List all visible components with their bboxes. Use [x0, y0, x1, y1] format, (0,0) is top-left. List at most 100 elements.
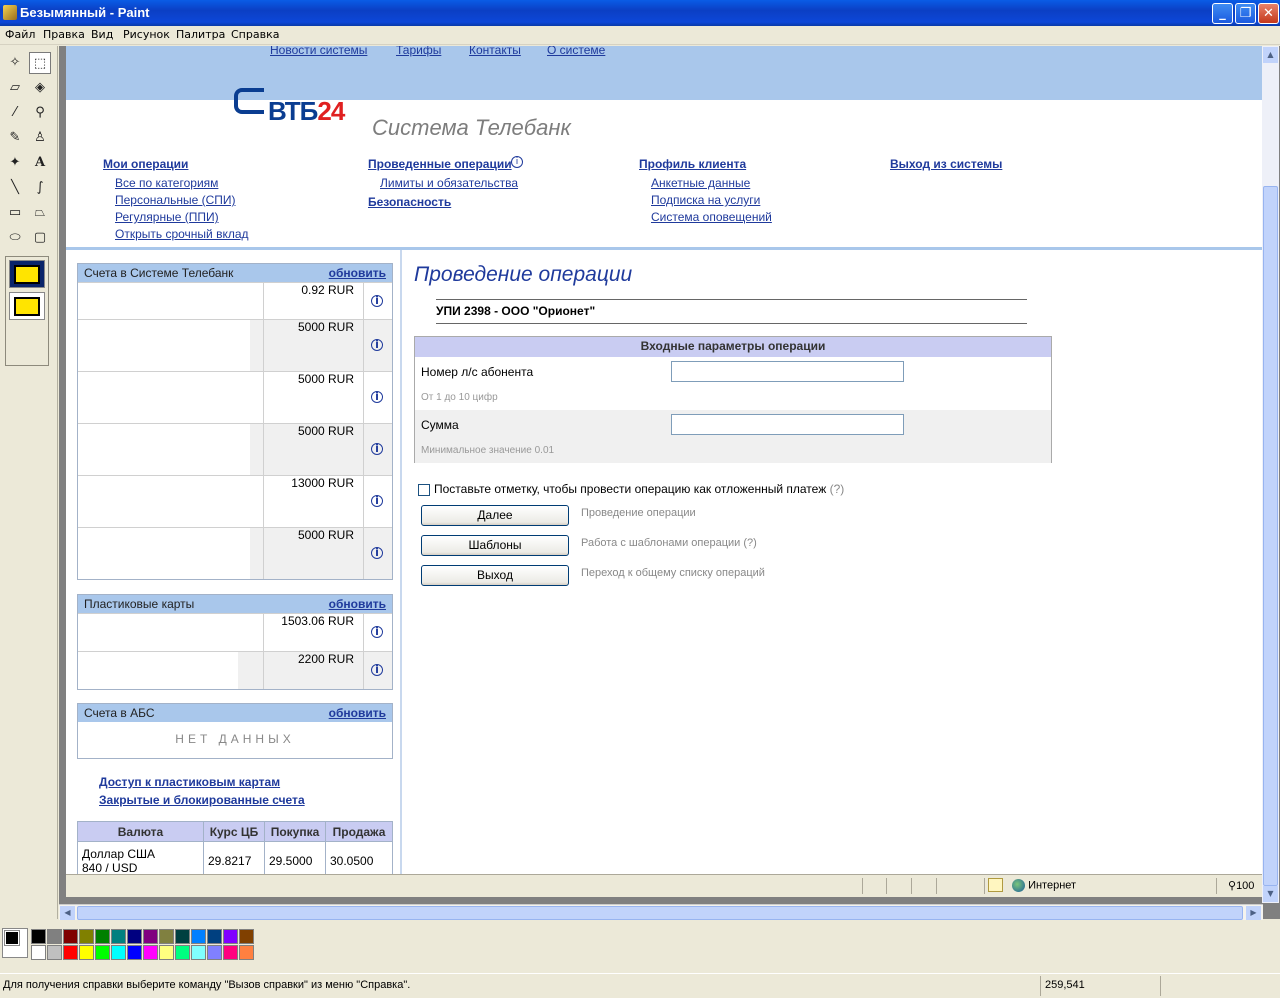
scroll-left-icon[interactable]: ◀ [60, 906, 75, 920]
horizontal-scroll-thumb[interactable] [77, 906, 1243, 920]
color-swatch[interactable] [79, 929, 94, 944]
scroll-up-icon[interactable]: ▲ [1263, 47, 1278, 63]
nav-my-operations[interactable]: Мои операции [103, 157, 188, 171]
color-swatch[interactable] [239, 945, 254, 960]
deferred-help-link[interactable]: (?) [830, 482, 845, 496]
cards-refresh-link[interactable]: обновить [329, 597, 386, 611]
line-icon[interactable]: ╲ [4, 177, 26, 199]
nav-personal[interactable]: Персональные (СПИ) [115, 193, 236, 207]
rounded-rectangle-icon[interactable]: ▢ [29, 227, 51, 249]
vertical-scrollbar[interactable]: ▲ ▼ [1262, 46, 1279, 903]
color-swatch[interactable] [63, 945, 78, 960]
zoom-level[interactable]: ⚲100 [1228, 879, 1254, 892]
color-swatch[interactable] [127, 929, 142, 944]
magnifier-icon[interactable]: ⚲ [29, 102, 51, 124]
horizontal-scrollbar[interactable]: ◀ ▶ [59, 904, 1263, 920]
color-swatch[interactable] [223, 929, 238, 944]
color-swatch[interactable] [79, 945, 94, 960]
brush-icon[interactable]: ♙ [29, 127, 51, 149]
menu-file[interactable]: Файл [5, 28, 35, 41]
menu-edit[interactable]: Правка [43, 28, 85, 41]
nav-open-deposit[interactable]: Открыть срочный вклад [115, 227, 249, 241]
color-swatch[interactable] [95, 945, 110, 960]
text-icon[interactable]: A [29, 152, 51, 174]
link-card-access[interactable]: Доступ к пластиковым картам [99, 775, 280, 789]
info-icon[interactable]: i [371, 443, 383, 455]
color-swatch[interactable] [239, 929, 254, 944]
maximize-button[interactable]: ❐ [1235, 3, 1256, 24]
info-icon[interactable]: i [371, 626, 383, 638]
nav-regular[interactable]: Регулярные (ППИ) [115, 210, 219, 224]
next-button[interactable]: Далее [421, 505, 569, 526]
templates-button[interactable]: Шаблоны [421, 535, 569, 556]
color-swatch[interactable] [127, 945, 142, 960]
minimize-button[interactable]: _ [1212, 3, 1233, 24]
color-swatch[interactable] [143, 945, 158, 960]
nav-profile-data[interactable]: Анкетные данные [651, 176, 750, 190]
link-news[interactable]: Новости системы [270, 46, 367, 57]
nav-security[interactable]: Безопасность [368, 195, 451, 209]
account-row[interactable]: 13000 RUR i [78, 475, 392, 527]
account-number-input[interactable] [671, 361, 904, 382]
color-swatch[interactable] [143, 929, 158, 944]
color-swatch[interactable] [175, 945, 190, 960]
color-swatch[interactable] [31, 929, 46, 944]
color-swatch[interactable] [95, 929, 110, 944]
account-row[interactable]: 5000 RUR i [78, 423, 392, 475]
info-icon[interactable]: i [371, 547, 383, 559]
polygon-icon[interactable]: ⏢ [29, 202, 51, 224]
fill-icon[interactable]: ◈ [29, 77, 51, 99]
close-button[interactable]: ✕ [1258, 3, 1279, 24]
color-swatch[interactable] [223, 945, 238, 960]
rectangle-icon[interactable]: ▭ [4, 202, 26, 224]
eraser-icon[interactable]: ▱ [4, 77, 26, 99]
link-tariffs[interactable]: Тарифы [396, 46, 441, 57]
canvas-image[interactable]: Новости системы Тарифы Контакты О систем… [66, 46, 1262, 897]
transparent-option-icon[interactable] [9, 292, 45, 320]
rect-select-icon[interactable]: ⬚ [29, 52, 51, 74]
color-swatch[interactable] [159, 945, 174, 960]
info-icon[interactable]: i [371, 391, 383, 403]
menu-view[interactable]: Вид [91, 28, 113, 41]
account-row[interactable]: 5000 RUR i [78, 371, 392, 423]
scroll-right-icon[interactable]: ▶ [1246, 906, 1261, 920]
nav-subscriptions[interactable]: Подписка на услуги [651, 193, 760, 207]
nav-logout[interactable]: Выход из системы [890, 157, 1002, 171]
color-swatch[interactable] [175, 929, 190, 944]
exit-button[interactable]: Выход [421, 565, 569, 586]
airbrush-icon[interactable]: ✦ [4, 152, 26, 174]
info-icon[interactable]: i [371, 295, 383, 307]
color-swatch[interactable] [207, 945, 222, 960]
menu-help[interactable]: Справка [231, 28, 279, 41]
link-closed-accounts[interactable]: Закрытые и блокированные счета [99, 793, 305, 807]
deferred-payment-checkbox[interactable] [418, 483, 430, 496]
color-swatch[interactable] [111, 929, 126, 944]
vertical-scroll-thumb[interactable] [1263, 186, 1278, 886]
nav-client-profile[interactable]: Профиль клиента [639, 157, 746, 171]
nav-completed-operations[interactable]: Проведенные операции [368, 157, 512, 171]
color-swatch[interactable] [111, 945, 126, 960]
info-icon[interactable]: i [371, 339, 383, 351]
color-swatch[interactable] [159, 929, 174, 944]
card-row[interactable]: 2200 RUR i [78, 651, 392, 689]
current-colors[interactable] [2, 928, 28, 958]
info-icon[interactable]: i [371, 495, 383, 507]
menu-image[interactable]: Рисунок [123, 28, 170, 41]
link-contacts[interactable]: Контакты [469, 46, 521, 57]
opaque-option-icon[interactable] [9, 260, 45, 288]
menu-colors[interactable]: Палитра [176, 28, 225, 41]
ellipse-icon[interactable]: ⬭ [4, 227, 26, 249]
scroll-down-icon[interactable]: ▼ [1263, 886, 1278, 902]
account-row[interactable]: 5000 RUR i [78, 527, 392, 579]
color-picker-icon[interactable]: ⁄ [4, 102, 26, 124]
color-swatch[interactable] [31, 945, 46, 960]
color-swatch[interactable] [47, 945, 62, 960]
accounts-refresh-link[interactable]: обновить [329, 266, 386, 280]
account-row[interactable]: 5000 RUR i [78, 319, 392, 371]
color-swatch[interactable] [191, 945, 206, 960]
nav-all-categories[interactable]: Все по категориям [115, 176, 218, 190]
color-swatch[interactable] [207, 929, 222, 944]
amount-input[interactable] [671, 414, 904, 435]
card-row[interactable]: 1503.06 RUR i [78, 613, 392, 651]
account-row[interactable]: 0.92 RUR i [78, 282, 392, 319]
